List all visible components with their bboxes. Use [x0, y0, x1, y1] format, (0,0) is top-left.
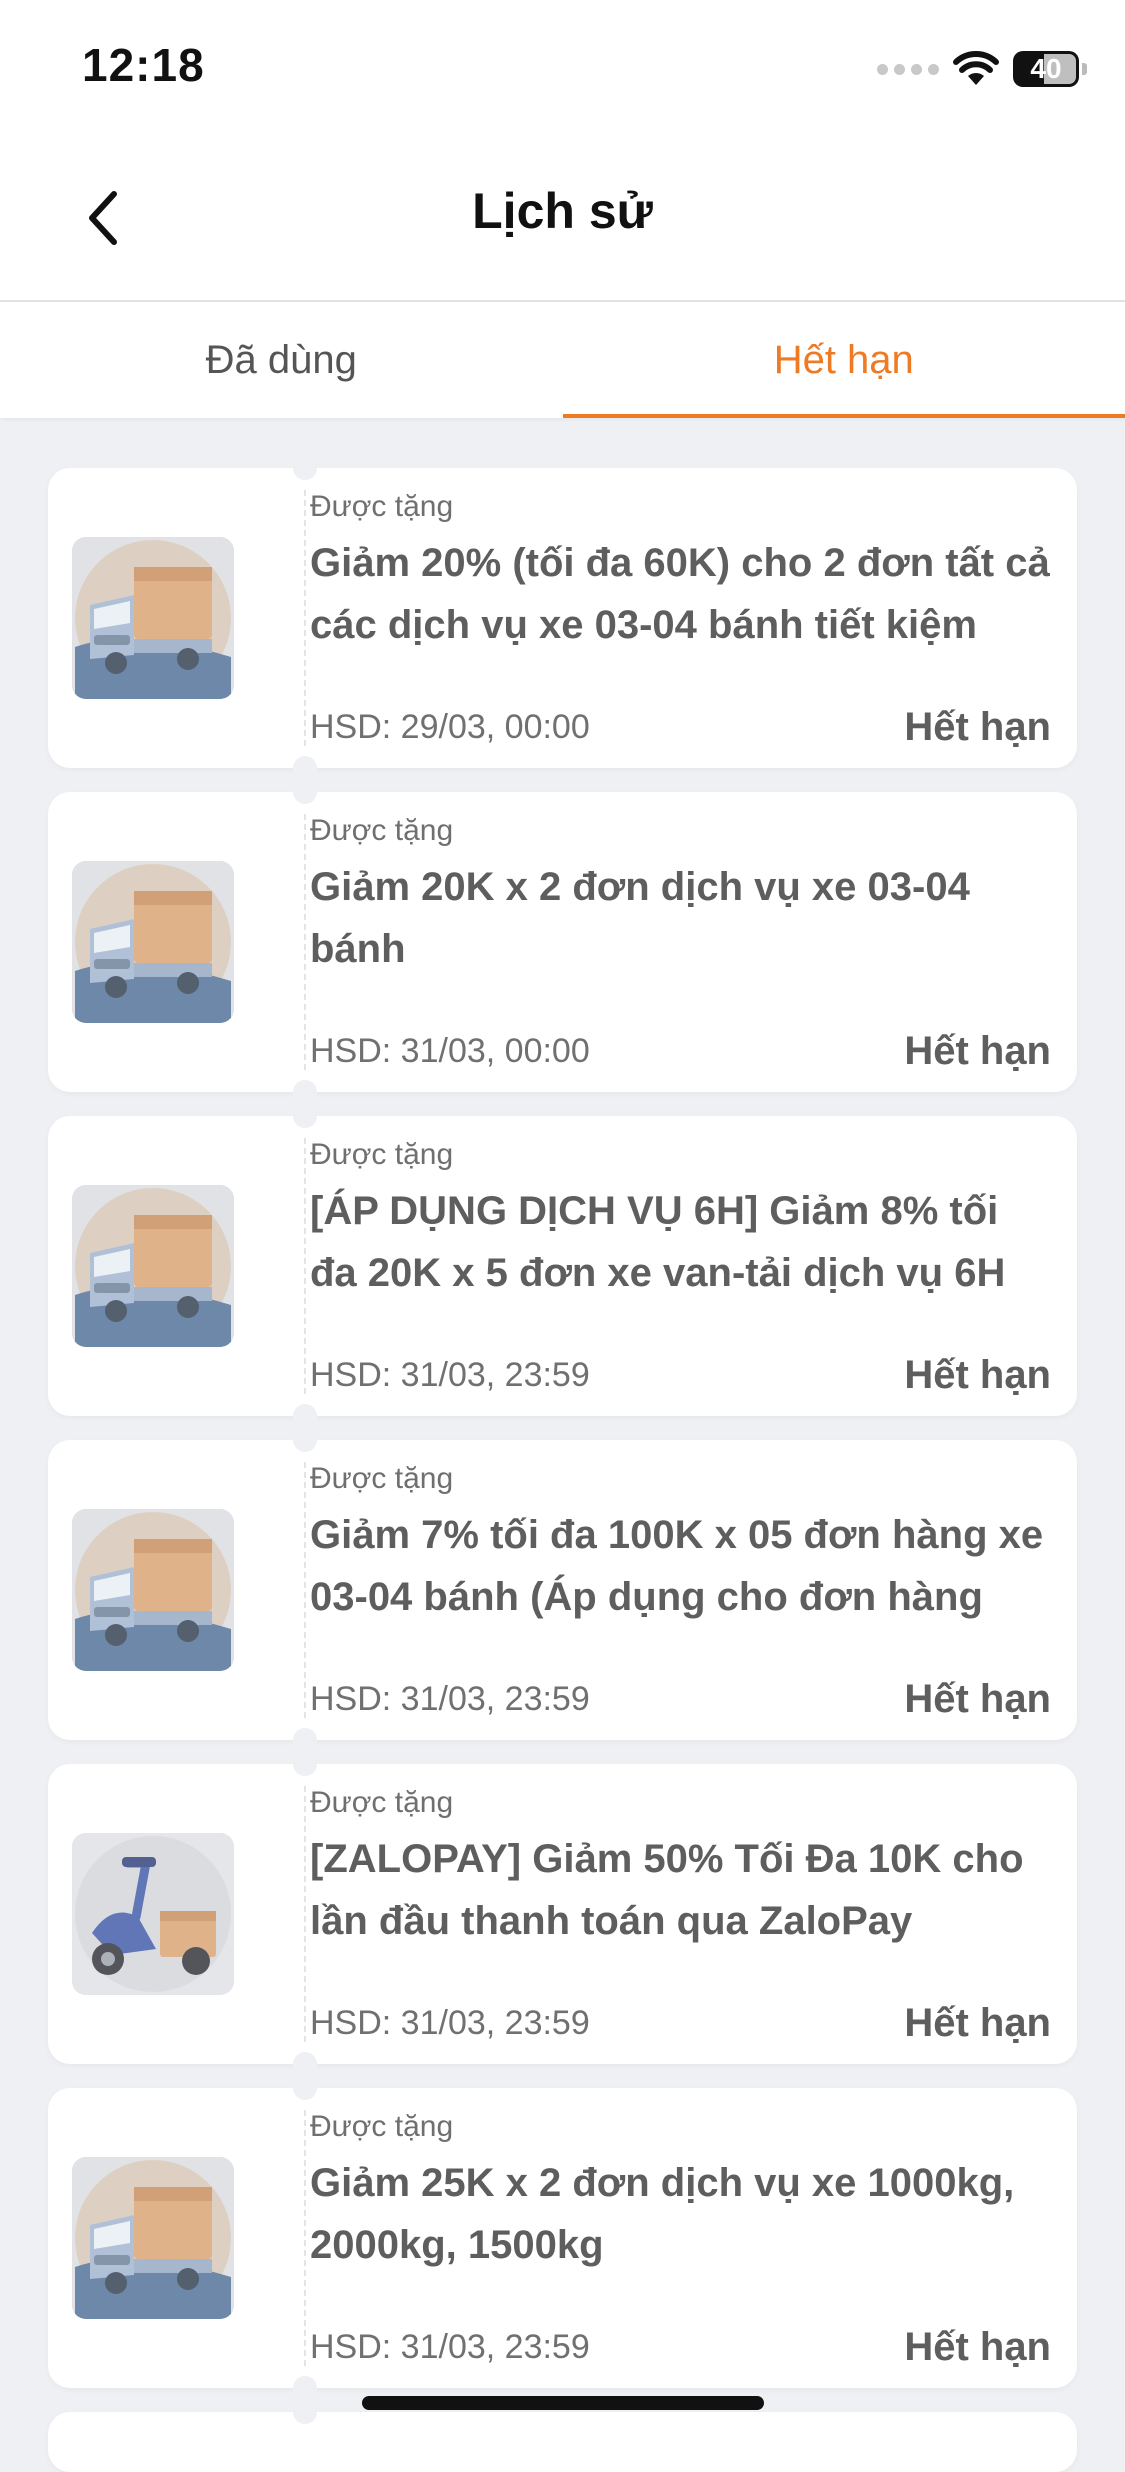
voucher-status: Hết hạn [904, 2001, 1051, 2046]
cellular-signal-icon [877, 64, 939, 75]
voucher-card-partial[interactable] [48, 2412, 1077, 2472]
voucher-expiry: HSD: 31/03, 23:59 [310, 2004, 590, 2043]
voucher-source: Được tặng [310, 490, 1051, 524]
status-time: 12:18 [82, 38, 205, 92]
voucher-source: Được tặng [310, 814, 1051, 848]
voucher-title: Giảm 7% tối đa 100K x 05 đơn hàng xe 03-… [310, 1504, 1051, 1628]
voucher-card[interactable]: Được tặng [ÁP DỤNG DỊCH VỤ 6H] Giảm 8% t… [48, 1116, 1077, 1416]
voucher-expiry: HSD: 31/03, 23:59 [310, 1356, 590, 1395]
voucher-status: Hết hạn [904, 1029, 1051, 1074]
wifi-icon [953, 51, 999, 87]
tab-bar: Đã dùng Hết hạn [0, 302, 1125, 418]
truck-icon [72, 861, 234, 1023]
battery-level: 40 [1030, 53, 1061, 85]
home-indicator [362, 2396, 764, 2410]
voucher-status: Hết hạn [904, 1353, 1051, 1398]
voucher-title: Giảm 20% (tối đa 60K) cho 2 đơn tất cả c… [310, 532, 1051, 656]
voucher-card[interactable]: Được tặng Giảm 7% tối đa 100K x 05 đơn h… [48, 1440, 1077, 1740]
voucher-title: [ZALOPAY] Giảm 50% Tối Đa 10K cho lần đầ… [310, 1828, 1051, 1952]
voucher-source: Được tặng [310, 1786, 1051, 1820]
truck-icon [72, 1509, 234, 1671]
page-title: Lịch sử [0, 182, 1125, 240]
voucher-title: [ÁP DỤNG DỊCH VỤ 6H] Giảm 8% tối đa 20K … [310, 1180, 1051, 1304]
tab-used[interactable]: Đã dùng [0, 302, 563, 418]
voucher-title: Giảm 25K x 2 đơn dịch vụ xe 1000kg, 2000… [310, 2152, 1051, 2276]
voucher-source: Được tặng [310, 1138, 1051, 1172]
voucher-list: Được tặng Giảm 20% (tối đa 60K) cho 2 đơ… [48, 468, 1077, 2472]
voucher-status: Hết hạn [904, 1677, 1051, 1722]
voucher-title: Giảm 20K x 2 đơn dịch vụ xe 03-04 bánh [310, 856, 1051, 980]
truck-icon [72, 537, 234, 699]
battery-icon: 40 [1013, 51, 1079, 87]
voucher-card[interactable]: Được tặng Giảm 20K x 2 đơn dịch vụ xe 03… [48, 792, 1077, 1092]
voucher-expiry: HSD: 31/03, 23:59 [310, 1680, 590, 1719]
voucher-card[interactable]: Được tặng Giảm 25K x 2 đơn dịch vụ xe 10… [48, 2088, 1077, 2388]
tab-expired[interactable]: Hết hạn [563, 302, 1125, 418]
voucher-source: Được tặng [310, 2110, 1051, 2144]
voucher-card[interactable]: Được tặng Giảm 20% (tối đa 60K) cho 2 đơ… [48, 468, 1077, 768]
status-indicators: 40 [877, 44, 1079, 94]
voucher-status: Hết hạn [904, 705, 1051, 750]
scooter-icon [72, 1833, 234, 1995]
voucher-expiry: HSD: 31/03, 23:59 [310, 2328, 590, 2367]
truck-icon [72, 2157, 234, 2319]
voucher-source: Được tặng [310, 1462, 1051, 1496]
voucher-expiry: HSD: 31/03, 00:00 [310, 1032, 590, 1071]
truck-icon [72, 1185, 234, 1347]
voucher-status: Hết hạn [904, 2325, 1051, 2370]
voucher-expiry: HSD: 29/03, 00:00 [310, 708, 590, 747]
voucher-card[interactable]: Được tặng [ZALOPAY] Giảm 50% Tối Đa 10K … [48, 1764, 1077, 2064]
header-bar: Lịch sử [0, 140, 1125, 302]
status-bar: 12:18 40 [0, 0, 1125, 140]
